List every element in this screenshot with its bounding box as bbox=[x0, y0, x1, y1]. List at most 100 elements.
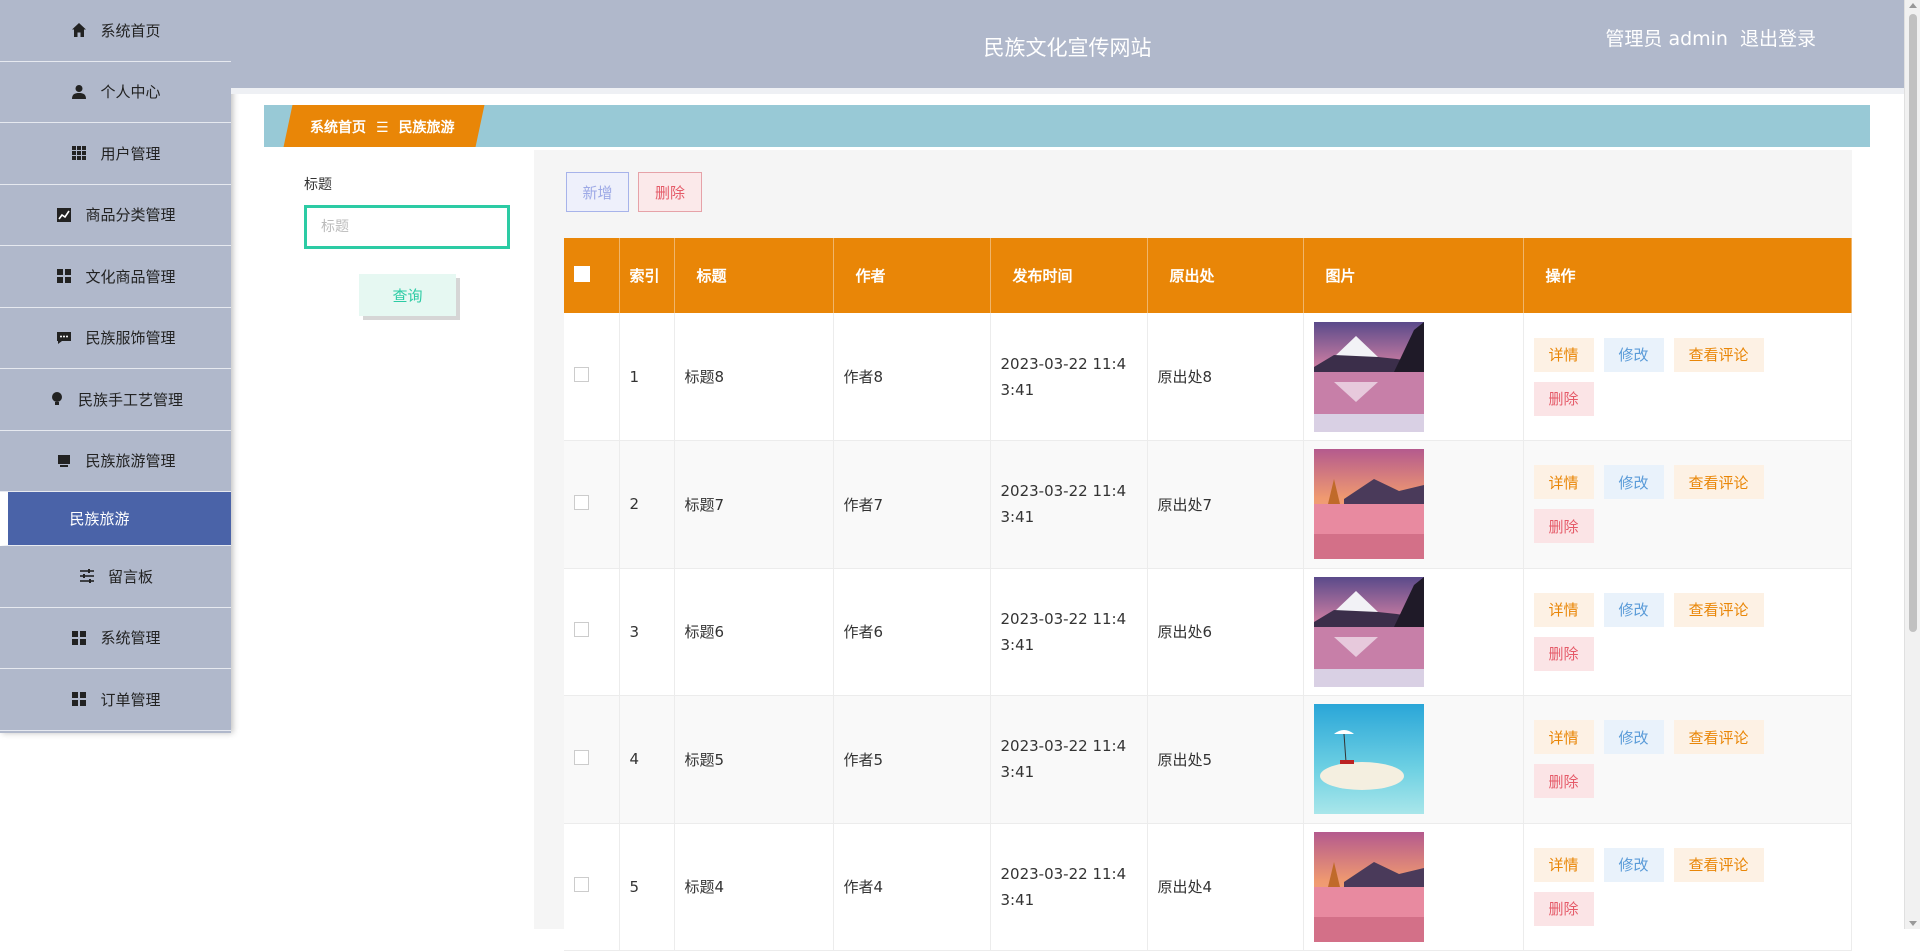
breadcrumb-home[interactable]: 系统首页 bbox=[310, 120, 366, 136]
cell-title: 标题5 bbox=[674, 695, 834, 824]
data-table: 索引 标题 作者 发布时间 原出处 图片 操作 1 标题8 作者8 2023-0… bbox=[564, 238, 1852, 951]
sidebar-item-message-board[interactable]: 留言板 bbox=[0, 546, 231, 608]
row-checkbox[interactable] bbox=[574, 749, 589, 765]
view-comments-button[interactable]: 查看评论 bbox=[1673, 847, 1764, 882]
search-input[interactable] bbox=[304, 205, 510, 249]
detail-button[interactable]: 详情 bbox=[1533, 847, 1594, 882]
cell-index: 1 bbox=[619, 313, 675, 441]
header-source: 原出处 bbox=[1147, 238, 1304, 313]
time-line-1: 2023-03-22 11:4 bbox=[1000, 354, 1127, 373]
page-scrollbar[interactable] bbox=[1904, 0, 1920, 929]
grid-icon bbox=[70, 690, 88, 708]
sidebar-item-profile[interactable]: 个人中心 bbox=[0, 62, 231, 123]
sidebar-item-home[interactable]: 系统首页 bbox=[0, 0, 231, 62]
edit-button[interactable]: 修改 bbox=[1603, 465, 1664, 500]
cell-actions: 详情 修改 查看评论 删除 bbox=[1523, 568, 1852, 696]
batch-delete-button[interactable]: 删除 bbox=[638, 172, 702, 212]
row-checkbox[interactable] bbox=[574, 622, 589, 638]
grid-icon bbox=[70, 629, 88, 647]
sidebar-item-label: 留言板 bbox=[107, 567, 153, 586]
detail-button[interactable]: 详情 bbox=[1533, 720, 1594, 755]
sidebar: 系统首页 个人中心 用户管理 商品分类管理 文化商品管理 民族服饰管理 民族手工… bbox=[0, 0, 231, 733]
sidebar-item-users[interactable]: 用户管理 bbox=[0, 123, 231, 185]
view-comments-button[interactable]: 查看评论 bbox=[1673, 720, 1764, 755]
cell-source: 原出处4 bbox=[1147, 823, 1304, 951]
admin-label: 管理员 admin bbox=[1605, 28, 1728, 50]
select-all-checkbox[interactable] bbox=[574, 265, 590, 282]
cell-index: 3 bbox=[619, 568, 675, 696]
sidebar-item-system[interactable]: 系统管理 bbox=[0, 608, 231, 669]
view-comments-button[interactable]: 查看评论 bbox=[1673, 337, 1764, 372]
cell-actions: 详情 修改 查看评论 删除 bbox=[1523, 823, 1852, 951]
edit-button[interactable]: 修改 bbox=[1603, 592, 1664, 627]
sidebar-item-label: 民族服饰管理 bbox=[85, 329, 176, 348]
time-line-1: 2023-03-22 11:4 bbox=[1000, 864, 1127, 883]
sidebar-item-goods[interactable]: 文化商品管理 bbox=[0, 246, 231, 308]
sidebar-item-label: 系统首页 bbox=[100, 21, 161, 40]
view-comments-button[interactable]: 查看评论 bbox=[1673, 465, 1764, 500]
time-line-1: 2023-03-22 11:4 bbox=[1000, 737, 1127, 756]
cell-index: 2 bbox=[619, 440, 675, 569]
top-header: 民族文化宣传网站 管理员 admin 退出登录 bbox=[231, 0, 1904, 88]
cell-image bbox=[1303, 695, 1524, 824]
search-panel: 标题 查询 bbox=[264, 150, 534, 929]
time-line-2: 3:41 bbox=[1000, 763, 1035, 782]
delete-button[interactable]: 删除 bbox=[1533, 764, 1594, 799]
sunset-lake-image bbox=[1313, 831, 1424, 942]
edit-button[interactable]: 修改 bbox=[1603, 337, 1664, 372]
cell-index: 5 bbox=[619, 823, 675, 951]
time-line-2: 3:41 bbox=[1000, 508, 1035, 527]
detail-button[interactable]: 详情 bbox=[1533, 592, 1594, 627]
table-row: 1 标题8 作者8 2023-03-22 11:4 3:41 原出处8 详情 修改… bbox=[564, 313, 1852, 441]
sidebar-item-category[interactable]: 商品分类管理 bbox=[0, 185, 231, 246]
cell-image bbox=[1303, 568, 1524, 696]
sidebar-item-tourism[interactable]: 民族旅游 bbox=[0, 492, 231, 546]
add-button[interactable]: 新增 bbox=[566, 172, 629, 212]
detail-button[interactable]: 详情 bbox=[1533, 465, 1594, 500]
grid-icon bbox=[55, 267, 73, 285]
row-checkbox[interactable] bbox=[574, 877, 589, 893]
sidebar-item-label: 文化商品管理 bbox=[85, 267, 176, 286]
header-divider bbox=[231, 88, 1904, 94]
table-row: 2 标题7 作者7 2023-03-22 11:4 3:41 原出处7 详情 修改… bbox=[564, 440, 1852, 569]
sidebar-item-costume[interactable]: 民族服饰管理 bbox=[0, 308, 231, 369]
delete-button[interactable]: 删除 bbox=[1533, 636, 1594, 671]
cell-image bbox=[1303, 823, 1524, 951]
cell-time: 2023-03-22 11:4 3:41 bbox=[990, 440, 1148, 569]
cell-time: 2023-03-22 11:4 3:41 bbox=[990, 823, 1148, 951]
sidebar-item-label: 系统管理 bbox=[100, 629, 161, 648]
row-checkbox[interactable] bbox=[574, 367, 589, 382]
header-select-all[interactable] bbox=[564, 238, 620, 313]
sidebar-item-tourism-mgmt[interactable]: 民族旅游管理 bbox=[0, 431, 231, 492]
grid-icon bbox=[70, 144, 88, 162]
detail-button[interactable]: 详情 bbox=[1533, 337, 1594, 372]
cell-image bbox=[1303, 313, 1524, 441]
table-header-row: 索引 标题 作者 发布时间 原出处 图片 操作 bbox=[564, 238, 1852, 313]
cell-author: 作者6 bbox=[833, 568, 991, 696]
sidebar-item-label: 用户管理 bbox=[100, 144, 161, 163]
user-info: 管理员 admin 退出登录 bbox=[1593, 24, 1816, 51]
cell-author: 作者7 bbox=[833, 440, 991, 569]
sliders-icon bbox=[78, 567, 96, 585]
chart-icon bbox=[55, 206, 73, 224]
sidebar-item-craft[interactable]: 民族手工艺管理 bbox=[0, 369, 231, 431]
logout-link[interactable]: 退出登录 bbox=[1740, 28, 1816, 50]
time-line-2: 3:41 bbox=[1000, 380, 1035, 399]
query-button[interactable]: 查询 bbox=[359, 274, 456, 316]
scroll-up-arrow-icon[interactable] bbox=[1909, 3, 1917, 8]
main-content: 新增 删除 索引 标题 作者 发布时间 原出处 图片 操作 1 标题8 作者8 bbox=[534, 150, 1852, 951]
header-actions: 操作 bbox=[1523, 238, 1852, 313]
header-image: 图片 bbox=[1303, 238, 1524, 313]
row-checkbox[interactable] bbox=[574, 494, 589, 510]
edit-button[interactable]: 修改 bbox=[1603, 720, 1664, 755]
sidebar-item-orders[interactable]: 订单管理 bbox=[0, 669, 231, 731]
breadcrumb-separator: ☰ bbox=[376, 120, 389, 136]
delete-button[interactable]: 删除 bbox=[1533, 509, 1594, 544]
delete-button[interactable]: 删除 bbox=[1533, 381, 1594, 416]
user-icon bbox=[70, 83, 88, 101]
scroll-down-arrow-icon[interactable] bbox=[1909, 921, 1917, 926]
edit-button[interactable]: 修改 bbox=[1603, 847, 1664, 882]
view-comments-button[interactable]: 查看评论 bbox=[1673, 592, 1764, 627]
delete-button[interactable]: 删除 bbox=[1533, 891, 1594, 926]
scroll-thumb[interactable] bbox=[1909, 14, 1917, 632]
